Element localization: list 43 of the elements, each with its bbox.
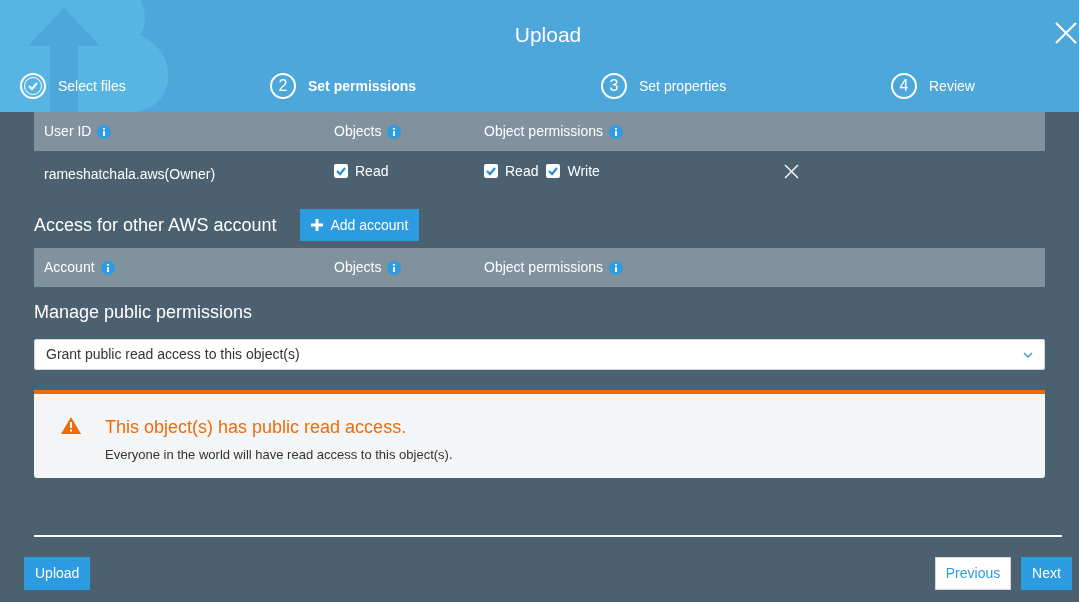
- column-header: Objects: [334, 258, 382, 277]
- checkbox-label: Read: [355, 161, 389, 181]
- alert-title: This object(s) has public read access.: [105, 416, 408, 439]
- dialog-title: Upload: [513, 22, 583, 48]
- step-number: 2: [270, 73, 296, 99]
- warning-icon: [61, 417, 81, 434]
- step-label[interactable]: Set permissions: [308, 75, 417, 97]
- column-header: Object permissions: [484, 122, 604, 141]
- section-heading: Manage public permissions: [34, 301, 254, 324]
- alert-message: Everyone in the world will have read access to this object(s).: [105, 446, 453, 464]
- check-icon: [20, 73, 46, 99]
- checkbox-label: Read: [505, 161, 539, 181]
- checkbox[interactable]: [334, 164, 348, 178]
- permission-select[interactable]: Grant public read access to this object(s): [34, 339, 1045, 370]
- add-account-button[interactable]: Add account: [300, 209, 420, 241]
- section-heading: Access for other AWS account: [34, 213, 277, 237]
- step-number: 3: [601, 73, 627, 99]
- step-label[interactable]: Review: [929, 75, 975, 97]
- column-header: Object permissions: [484, 258, 604, 277]
- column-header: Account: [44, 258, 95, 277]
- checkbox[interactable]: [546, 164, 561, 178]
- close-icon[interactable]: [1055, 22, 1077, 44]
- user-id: rameshatchala.aws(Owner): [44, 166, 216, 182]
- info-icon[interactable]: [387, 260, 402, 275]
- upload-button[interactable]: Upload: [24, 557, 91, 590]
- info-icon[interactable]: [100, 260, 115, 275]
- column-header: Objects: [334, 122, 382, 141]
- info-icon[interactable]: [387, 124, 402, 139]
- remove-icon[interactable]: [784, 163, 799, 179]
- info-icon[interactable]: [609, 124, 624, 139]
- previous-button[interactable]: Previous: [935, 557, 1011, 590]
- next-button[interactable]: Next: [1021, 557, 1072, 590]
- column-header: User ID: [44, 122, 92, 141]
- plus-icon: [311, 219, 324, 231]
- step-label[interactable]: Set properties: [639, 75, 727, 97]
- checkbox-label: Write: [567, 161, 600, 181]
- step-number: 4: [891, 73, 917, 99]
- select-value: Grant public read access to this object(s): [46, 345, 300, 364]
- info-icon[interactable]: [609, 260, 624, 275]
- checkbox[interactable]: [484, 164, 498, 178]
- info-icon[interactable]: [97, 124, 112, 139]
- step-label[interactable]: Select files: [58, 75, 126, 97]
- chevron-down-icon: [1023, 351, 1033, 358]
